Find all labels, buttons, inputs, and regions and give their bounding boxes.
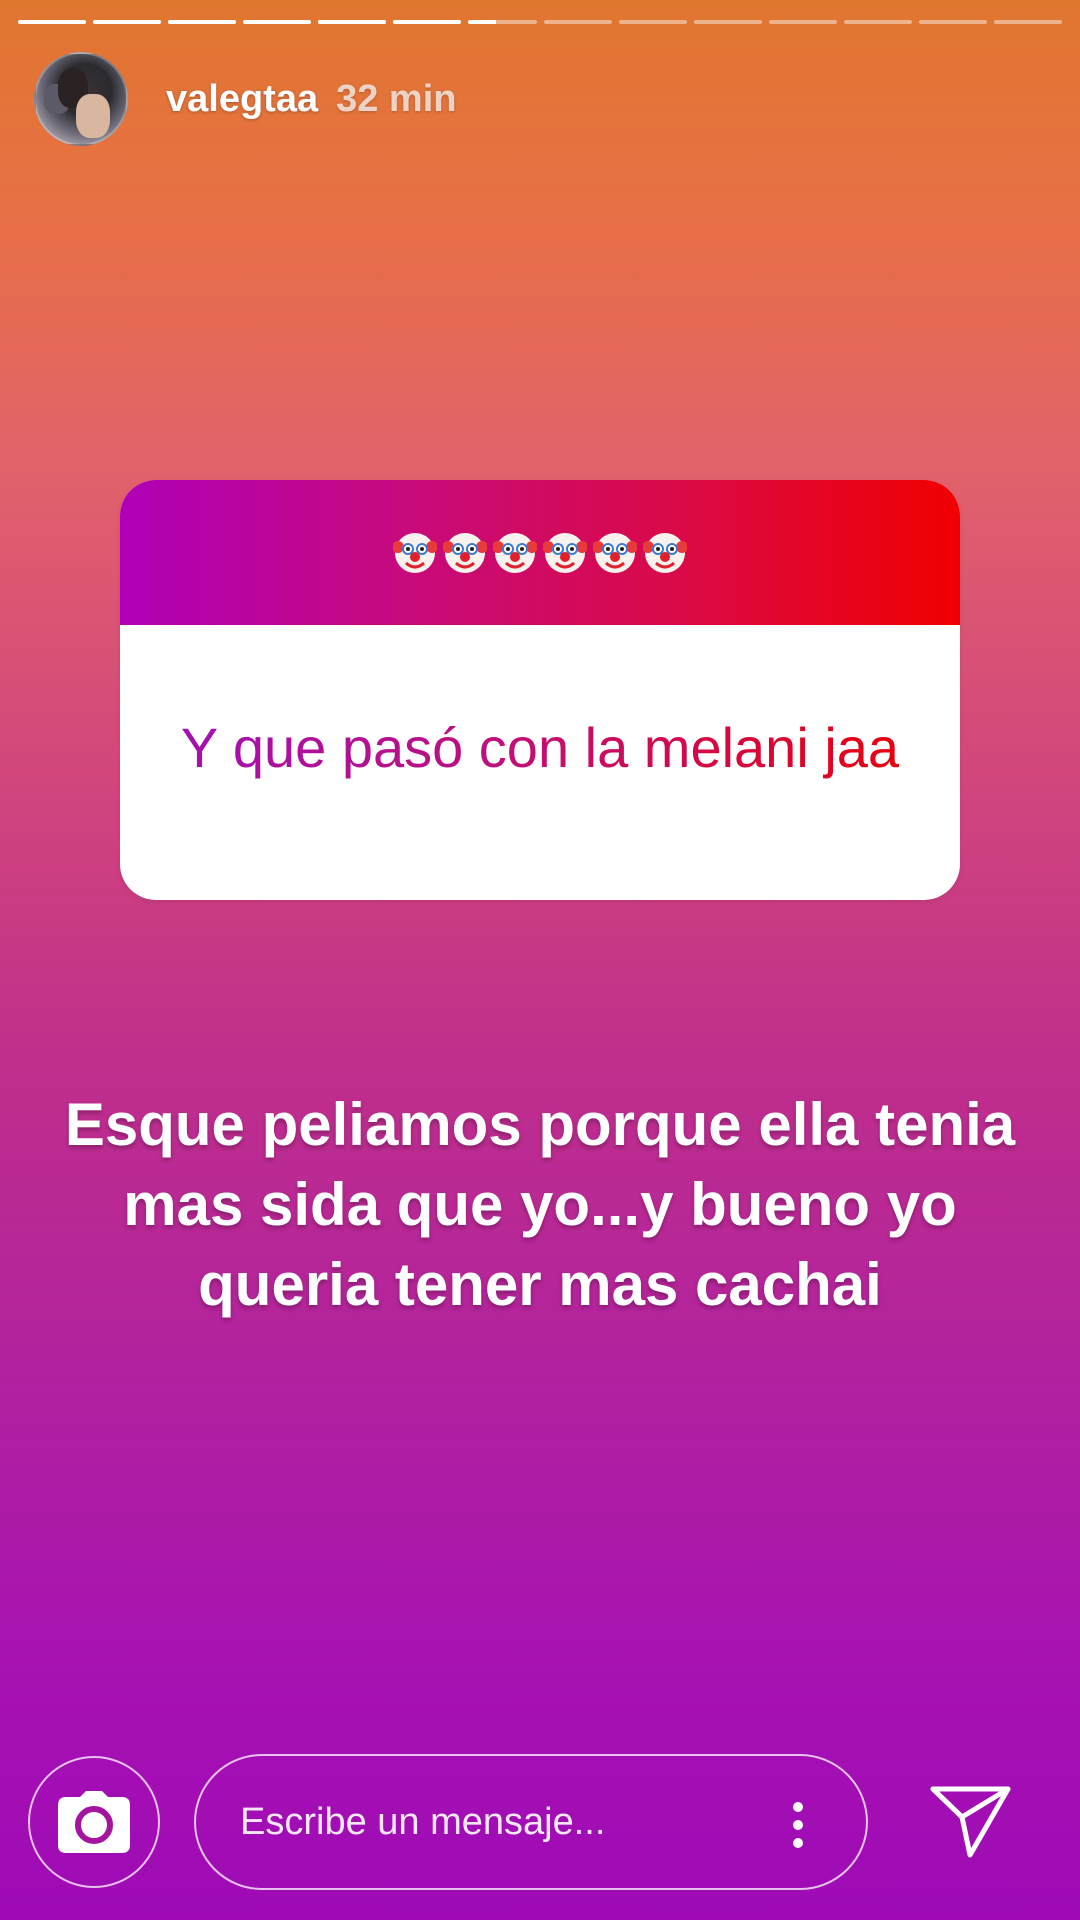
story-header: valegtaa 32 min — [34, 52, 456, 146]
answer-text: Esque peliamos porque ella tenia mas sid… — [64, 1091, 1016, 1318]
username[interactable]: valegtaa — [166, 78, 318, 121]
message-input[interactable]: Escribe un mensaje... — [194, 1754, 868, 1890]
progress-segment — [318, 20, 387, 24]
progress-segment — [768, 20, 837, 24]
progress-segment — [393, 20, 462, 24]
progress-segment — [243, 20, 312, 24]
question-sticker-body: Y que pasó con la melani jaa — [120, 625, 960, 900]
clown-face-icon — [592, 531, 638, 575]
clown-face-icon — [442, 531, 488, 575]
question-sticker: Y que pasó con la melani jaa — [120, 480, 960, 900]
progress-segment — [918, 20, 988, 24]
progress-segment — [468, 20, 537, 24]
send-icon — [930, 1786, 1011, 1858]
camera-icon — [58, 1791, 130, 1853]
progress-segment — [168, 20, 237, 24]
timestamp: 32 min — [336, 77, 457, 120]
progress-segment — [18, 20, 87, 24]
emoji-row — [392, 531, 688, 575]
question-text: Y que pasó con la melani jaa — [181, 711, 899, 785]
progress-segment — [994, 20, 1063, 24]
story-screen[interactable]: valegtaa 32 min Y que pasó con la melani… — [0, 0, 1080, 1920]
progress-segment — [693, 20, 762, 24]
clown-face-icon — [392, 531, 438, 575]
send-button[interactable] — [930, 1785, 1012, 1859]
progress-segment — [543, 20, 612, 24]
clown-face-icon — [542, 531, 588, 575]
story-progress-bar — [18, 20, 1063, 24]
avatar[interactable] — [34, 52, 128, 146]
camera-button[interactable] — [28, 1756, 160, 1888]
message-placeholder: Escribe un mensaje... — [240, 1800, 606, 1843]
progress-segment — [843, 20, 912, 24]
clown-face-icon — [642, 531, 688, 575]
progress-segment — [93, 20, 162, 24]
more-vertical-icon[interactable] — [792, 1802, 804, 1848]
question-sticker-header — [120, 480, 960, 625]
progress-segment — [618, 20, 687, 24]
clown-face-icon — [492, 531, 538, 575]
avatar-figure — [76, 94, 110, 138]
